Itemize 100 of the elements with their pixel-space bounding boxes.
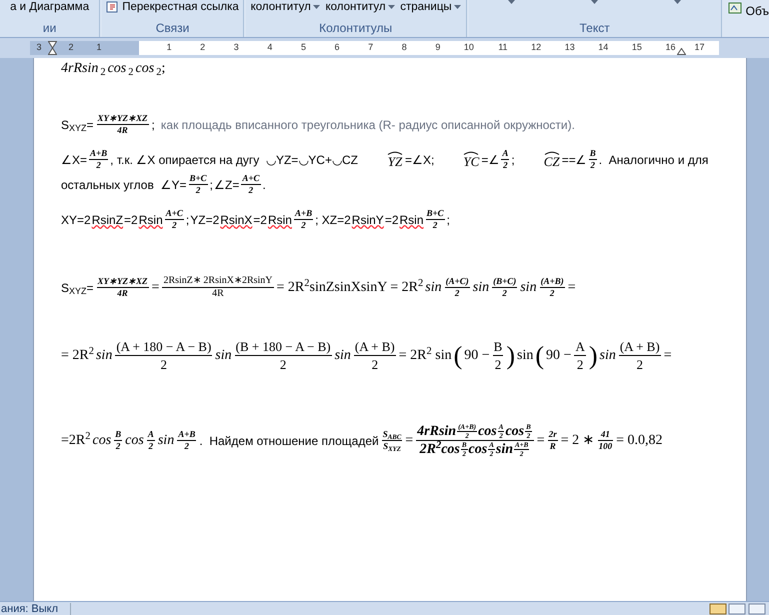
formula-text: cos bbox=[136, 60, 154, 78]
formula-text: = bbox=[536, 432, 545, 450]
group-label: Текст bbox=[578, 21, 611, 37]
caret-icon bbox=[312, 5, 320, 9]
caret-icon bbox=[388, 5, 395, 9]
misspelled-text: Rsin bbox=[268, 212, 292, 228]
body-text: остальных углов ∠Y= bbox=[61, 176, 187, 194]
body-text: . Аналогично и для bbox=[598, 152, 708, 168]
body-text: ; bbox=[210, 176, 214, 194]
ruler-number: 1 bbox=[166, 41, 173, 54]
numerator: A+C bbox=[241, 173, 260, 184]
numerator: 41 bbox=[600, 429, 611, 440]
caret-icon bbox=[508, 0, 516, 4]
body-text: как площадь вписанного треугольника (R- радиус описанной окружности). bbox=[160, 116, 575, 134]
parenthesis: ) bbox=[588, 342, 598, 370]
formula-text: cos bbox=[468, 444, 488, 455]
formula-text: = 2R$^{2}$ bbox=[61, 345, 94, 365]
ribbon-button[interactable]: Объ bbox=[724, 0, 769, 37]
formula-text: 4rRsin bbox=[417, 426, 456, 437]
ribbon-button[interactable] bbox=[508, 0, 516, 4]
ruler-number: 16 bbox=[664, 41, 676, 54]
denominator: 4R bbox=[211, 288, 225, 300]
ruler-number: 9 bbox=[434, 41, 442, 54]
formula-text: sin bbox=[517, 347, 534, 365]
ruler-number: 5 bbox=[300, 41, 307, 54]
group-label: Колонтитулы bbox=[318, 21, 394, 37]
ruler-number: 6 bbox=[334, 41, 341, 54]
ribbon-button[interactable] bbox=[674, 0, 681, 4]
formula-text: YZ bbox=[388, 155, 402, 168]
numerator: B bbox=[114, 429, 122, 440]
denominator: 2 bbox=[548, 288, 556, 299]
ruler-number: 7 bbox=[367, 41, 374, 54]
numerator: (A + B) bbox=[618, 338, 661, 355]
formula-text: $_{2}$; bbox=[156, 60, 166, 79]
formula-text: 4rRsin bbox=[61, 60, 98, 78]
ruler-number: 13 bbox=[564, 41, 576, 54]
parenthesis: ( bbox=[535, 342, 544, 370]
formula-text: sin bbox=[425, 279, 442, 297]
denominator: 4R bbox=[116, 125, 129, 136]
ruler-number: 10 bbox=[462, 41, 475, 54]
indent-marker-icon bbox=[48, 41, 57, 55]
body-text: ; bbox=[446, 212, 450, 228]
ruler-number: 14 bbox=[597, 41, 610, 54]
object-icon bbox=[728, 2, 742, 14]
formula-text: = 0.0,82 bbox=[616, 432, 663, 450]
denominator: 2 bbox=[454, 288, 460, 299]
formula-text: sin bbox=[158, 432, 174, 450]
formula-text: = 2R$^{2}$sinZsinXsinY = 2R$^{2}$ bbox=[276, 277, 424, 297]
ribbon-button[interactable]: страницы bbox=[400, 0, 461, 14]
denominator: 2 bbox=[148, 441, 154, 452]
body-text: =∠X; bbox=[404, 152, 434, 168]
misspelled-text: Rsin bbox=[138, 212, 163, 228]
denominator: 2 bbox=[589, 160, 596, 171]
ruler-number: 1 bbox=[95, 41, 102, 54]
arc-icon bbox=[386, 151, 403, 155]
ribbon-button[interactable]: а и Диаграмма bbox=[10, 0, 90, 14]
numerator: A bbox=[146, 429, 155, 440]
document-icon bbox=[106, 1, 120, 13]
body-text: =2 bbox=[384, 212, 398, 228]
denominator: 2 bbox=[248, 185, 254, 196]
body-text: =∠ bbox=[481, 152, 500, 168]
formula-text: = bbox=[664, 347, 672, 365]
ruler-number: 2 bbox=[199, 41, 206, 54]
body-text: , т.к. ∠X опирается на дугу ◡YZ=◡YC+◡CZ bbox=[110, 152, 358, 168]
formula-text: 2 bbox=[100, 66, 106, 79]
denominator: 2 bbox=[171, 220, 178, 231]
parenthesis: ) bbox=[506, 342, 516, 370]
ribbon-button[interactable]: колонтитул bbox=[325, 0, 395, 14]
body-text: ==∠ bbox=[562, 152, 587, 168]
numerator: S$_{ABC}$ bbox=[382, 429, 402, 440]
body-text: S$_{XYZ}$= bbox=[61, 280, 94, 296]
ruler-number: 4 bbox=[266, 41, 274, 54]
ribbon-button[interactable]: Перекрестная ссылка bbox=[106, 0, 239, 14]
body-text: ∠Z= bbox=[214, 176, 240, 194]
body-text: . Найдем отношение площадей bbox=[199, 432, 379, 450]
body-text: ; bbox=[186, 212, 190, 228]
formula-text: CZ bbox=[544, 155, 560, 168]
body-text: ∠X= bbox=[61, 152, 88, 168]
body-text: ; bbox=[511, 152, 515, 168]
numerator: A bbox=[501, 148, 510, 159]
body-text: YZ=2 bbox=[190, 212, 220, 228]
numerator: (A + 180 − A − B) bbox=[115, 338, 212, 355]
denominator: 2 bbox=[502, 160, 509, 171]
denominator: 2 bbox=[432, 220, 438, 231]
body-text: ; XZ=2 bbox=[315, 212, 351, 228]
ruler-number: 3 bbox=[232, 41, 240, 54]
formula-text: sin bbox=[520, 279, 537, 297]
denominator: 2 bbox=[95, 160, 102, 171]
ribbon-button[interactable]: колонтитул bbox=[250, 0, 320, 14]
body-text: =2 bbox=[124, 212, 138, 228]
formula-text: sin bbox=[334, 347, 351, 365]
group-label: ии bbox=[42, 21, 58, 37]
numerator: B bbox=[588, 148, 597, 159]
numerator: A+B bbox=[294, 208, 314, 219]
caret-icon bbox=[454, 5, 461, 9]
denominator: 2 bbox=[160, 356, 168, 373]
ruler-number: 11 bbox=[497, 41, 509, 54]
numerator: 2RsinZ∗ 2RsinX∗2RsinY bbox=[162, 275, 274, 287]
denominator: 2 bbox=[370, 356, 380, 373]
ribbon-button[interactable] bbox=[591, 0, 598, 4]
